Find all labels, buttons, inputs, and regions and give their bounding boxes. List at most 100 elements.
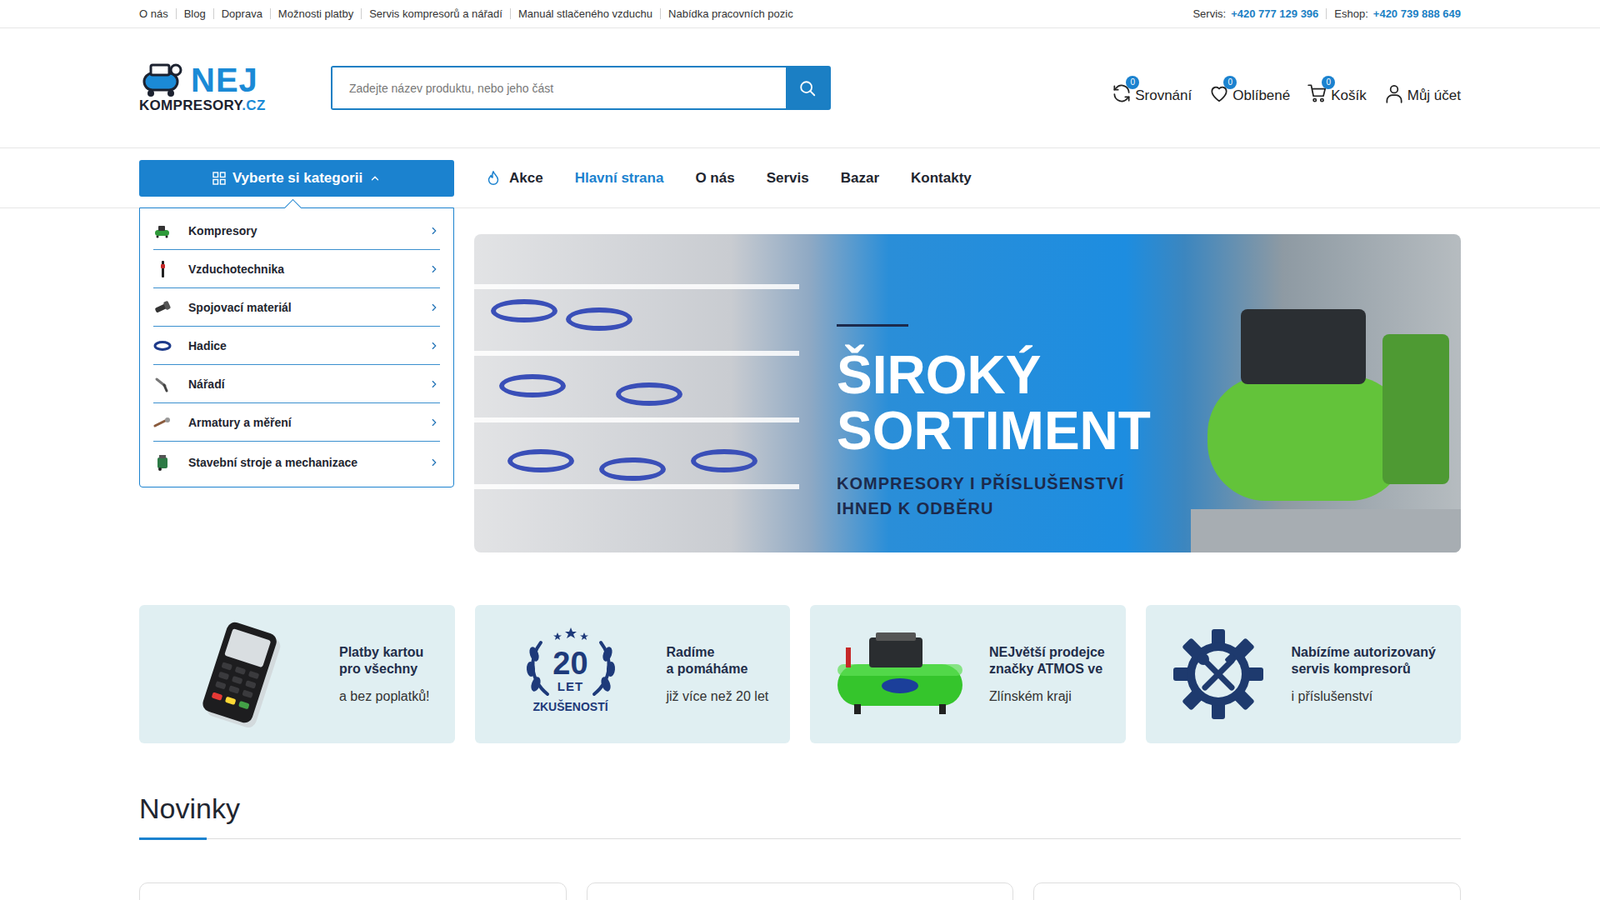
contact-label: Eshop: bbox=[1334, 8, 1368, 20]
action-label: Košík bbox=[1330, 87, 1367, 105]
nav-link[interactable]: Kontakty bbox=[910, 170, 972, 187]
floor bbox=[1190, 509, 1461, 553]
hose-coil bbox=[599, 457, 666, 481]
action-icon-wrap: 0 bbox=[1306, 82, 1329, 105]
air-icon bbox=[153, 260, 172, 279]
top-link[interactable]: Servis kompresorů a nářadí bbox=[360, 8, 510, 20]
feature-cards: Platby kartoupro všechny a bez poplatků! 2… bbox=[139, 605, 1461, 744]
chevron-up-icon bbox=[369, 172, 381, 185]
feature-title-line: Platby kartou bbox=[339, 644, 430, 661]
header-action[interactable]: 0Košík bbox=[1306, 82, 1367, 105]
action-icon-wrap: 0 bbox=[1110, 82, 1133, 105]
experience-badge: 20LETZKUŠENOSTÍ bbox=[519, 625, 623, 723]
compressor-tank bbox=[1207, 375, 1408, 501]
banner-text: ŠIROKÝSORTIMENT KOMPRESORY I PŘÍSLUŠENSTV… bbox=[474, 234, 1461, 521]
top-bar-inner: O násBlogDopravaMožnosti platbyServis ko… bbox=[139, 0, 1461, 28]
logo-top: NEJ bbox=[139, 61, 266, 99]
nav-bar: Vyberte si kategorii Akce Hlavní strana O n… bbox=[0, 147, 1600, 209]
action-label: Můj účet bbox=[1407, 87, 1461, 105]
top-link[interactable]: Manuál stlačeného vzduchu bbox=[510, 8, 660, 20]
product-card[interactable] bbox=[586, 882, 1015, 900]
chevron-right-icon bbox=[428, 340, 440, 352]
category-item[interactable]: Vzduchotechnika bbox=[153, 250, 440, 289]
contact-label: Servis: bbox=[1192, 8, 1226, 20]
shelf bbox=[474, 350, 800, 356]
top-link[interactable]: Nabídka pracovních pozic bbox=[660, 8, 801, 20]
category-button[interactable]: Vyberte si kategorii bbox=[139, 160, 455, 197]
header-action[interactable]: Můj účet bbox=[1383, 82, 1461, 105]
shelf bbox=[474, 284, 800, 290]
header-action[interactable]: 0Srovnání bbox=[1110, 82, 1192, 105]
action-icon-wrap: 0 bbox=[1208, 82, 1230, 105]
category-item[interactable]: Nářadí bbox=[153, 365, 440, 404]
content: Kompresory Vzduchotechnika Spojovací mater… bbox=[139, 208, 1461, 900]
category-button-label: Vyberte si kategorii bbox=[232, 170, 363, 187]
feature-subtitle: i příslušenství bbox=[1291, 688, 1436, 705]
contact-phone[interactable]: +420 777 129 396 bbox=[1230, 8, 1319, 20]
feature-title-line: Nabízíme autorizovaný bbox=[1291, 644, 1436, 661]
chevron-right-icon bbox=[428, 416, 440, 429]
category-item[interactable]: Stavební stroje a mechanizace bbox=[153, 441, 440, 484]
category-label: Hadice bbox=[188, 339, 429, 353]
nav-link[interactable]: Servis bbox=[766, 170, 810, 187]
nav-link[interactable]: O nás bbox=[695, 170, 735, 187]
feature-text: NEJvětší prodejceznačky ATMOS veZlínském… bbox=[989, 644, 1105, 705]
flame-icon bbox=[484, 169, 503, 188]
product-card[interactable] bbox=[139, 882, 567, 900]
header-action[interactable]: 0Oblíbené bbox=[1208, 82, 1290, 105]
hose-coil bbox=[499, 374, 566, 398]
main-nav: Akce Hlavní strana O nás Servis Bazar Kontakt… bbox=[484, 169, 972, 188]
hero-banner[interactable]: ŠIROKÝSORTIMENT KOMPRESORY I PŘÍSLUŠENSTV… bbox=[474, 234, 1461, 553]
top-link[interactable]: O nás bbox=[139, 8, 176, 20]
feature-title-line: servis kompresorů bbox=[1291, 660, 1436, 678]
top-link[interactable]: Možnosti platby bbox=[270, 8, 361, 20]
category-item[interactable]: Spojovací materiál bbox=[153, 288, 440, 327]
nav-link[interactable]: Bazar bbox=[840, 170, 880, 187]
badge-unit: LET bbox=[557, 679, 584, 695]
banner-subtitle: KOMPRESORY I PŘÍSLUŠENSTVÍIHNED K ODBĚRU bbox=[836, 470, 1461, 521]
badge-number: 20 bbox=[552, 647, 588, 680]
nav-label: O nás bbox=[695, 170, 735, 187]
machine-icon bbox=[153, 453, 172, 472]
chevron-right-icon bbox=[428, 378, 440, 390]
nav-link[interactable]: Hlavní strana bbox=[575, 170, 665, 187]
count-badge: 0 bbox=[1223, 75, 1237, 90]
search-button[interactable] bbox=[785, 67, 830, 109]
banner-title: ŠIROKÝSORTIMENT bbox=[836, 347, 1461, 460]
category-item[interactable]: Armatury a měření bbox=[153, 403, 440, 442]
category-label: Kompresory bbox=[188, 224, 429, 238]
feature-card: Nabízíme autorizovanýservis kompresorů i … bbox=[1145, 605, 1462, 744]
user-icon bbox=[1383, 82, 1405, 105]
header-actions: 0Srovnání0Oblíbené0KošíkMůj účet bbox=[1110, 72, 1461, 105]
category-label: Armatury a měření bbox=[188, 415, 429, 430]
nav-label: Hlavní strana bbox=[575, 170, 665, 187]
banner-title-line: SORTIMENT bbox=[836, 403, 1461, 460]
product-card[interactable] bbox=[1033, 882, 1461, 900]
logo-nej: NEJ bbox=[190, 63, 259, 97]
nav-label: Servis bbox=[766, 170, 810, 187]
category-item[interactable]: Kompresory bbox=[153, 211, 440, 250]
action-icon-wrap bbox=[1383, 82, 1405, 105]
shelf bbox=[474, 417, 800, 423]
logo[interactable]: NEJKOMPRESORY.CZ bbox=[139, 61, 331, 115]
top-link[interactable]: Blog bbox=[175, 8, 214, 20]
nav-link[interactable]: Akce bbox=[484, 169, 544, 188]
top-link[interactable]: Doprava bbox=[213, 8, 270, 20]
compressor-icon bbox=[829, 630, 971, 718]
feature-subtitle: a bez poplatků! bbox=[339, 688, 430, 705]
banner-line bbox=[836, 324, 909, 327]
feature-text: Nabízíme autorizovanýservis kompresorů i … bbox=[1291, 644, 1436, 705]
feature-card: NEJvětší prodejceznačky ATMOS veZlínském… bbox=[810, 605, 1126, 744]
category-item[interactable]: Hadice bbox=[153, 326, 440, 365]
gauge-icon bbox=[153, 415, 172, 430]
feature-title: Platby kartoupro všechny bbox=[339, 644, 430, 678]
nav-label: Kontakty bbox=[910, 170, 972, 187]
product-grid bbox=[139, 882, 1461, 900]
search-input[interactable] bbox=[332, 67, 786, 109]
category-label: Vzduchotechnika bbox=[188, 262, 429, 276]
contact-phone[interactable]: +420 739 888 649 bbox=[1373, 8, 1461, 20]
hose-coil bbox=[615, 382, 683, 406]
action-label: Srovnání bbox=[1135, 87, 1192, 105]
section-title: Novinky bbox=[139, 791, 1461, 825]
contact: Servis: +420 777 129 396 bbox=[1185, 8, 1326, 20]
